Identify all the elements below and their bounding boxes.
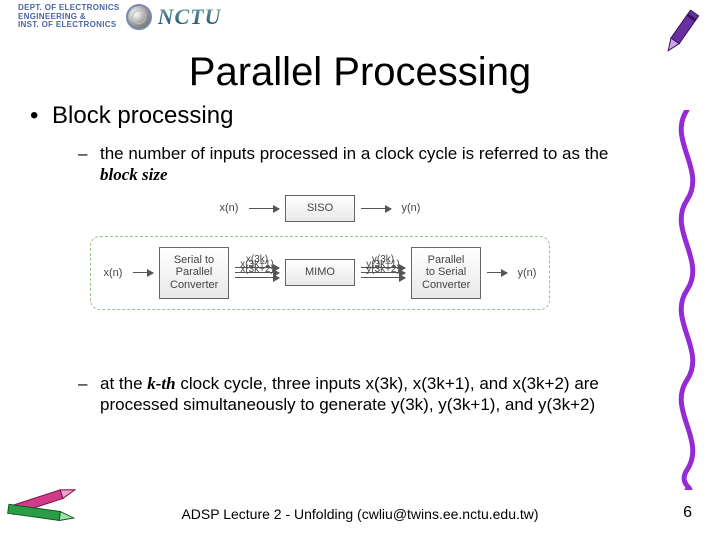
signal-label: x(3k+2) (235, 264, 279, 275)
text: at the (100, 374, 147, 393)
sub-bullet-kth-cycle: at the k-th clock cycle, three inputs x(… (100, 373, 650, 416)
siso-row: x(n) SISO y(n) (90, 195, 550, 222)
siso-input-label: x(n) (215, 202, 243, 214)
serial-to-parallel-box: Serial to Parallel Converter (159, 247, 229, 299)
arrow-icon: x(3k+2) (235, 277, 279, 278)
sub-bullet-block-size: the number of inputs processed in a cloc… (100, 143, 650, 186)
arrow-icon: y(3k+2) (361, 277, 405, 278)
siso-box: SISO (285, 195, 355, 222)
page-number: 6 (683, 504, 692, 522)
block-diagram: x(n) SISO y(n) x(n) Serial to Parallel C… (90, 195, 550, 310)
seal-icon (126, 4, 152, 30)
arrow-icon (487, 272, 507, 273)
text: clock cycle, three inputs x(3k), x(3k+1)… (100, 374, 599, 414)
parallel-to-serial-box: Parallel to Serial Converter (411, 247, 481, 299)
mimo-input-label: x(n) (99, 267, 127, 279)
mimo-box: MIMO (285, 259, 355, 286)
dept-line: Inst. of Electronics (18, 21, 120, 29)
arrow-icon (249, 208, 279, 209)
header-logo: Dept. of Electronics Engineering & Inst.… (18, 4, 221, 30)
arrow-icon (361, 208, 391, 209)
footer-text: ADSP Lecture 2 - Unfolding (cwliu@twins.… (0, 506, 720, 522)
bullet-block-processing: Block processing (52, 102, 233, 130)
slide: Dept. of Electronics Engineering & Inst.… (0, 0, 720, 540)
y-signal-stack: y(3k) y(3k+1) y(3k+2) (361, 267, 405, 278)
term-kth: k-th (147, 374, 175, 393)
university-name: NCTU (158, 4, 222, 30)
crayons-corner-icon (4, 474, 94, 534)
signal-label: y(3k+2) (361, 264, 405, 275)
term-block-size: block size (100, 165, 168, 184)
slide-title: Parallel Processing (0, 50, 720, 95)
text: the number of inputs processed in a cloc… (100, 144, 608, 163)
dept-text: Dept. of Electronics Engineering & Inst.… (18, 4, 120, 29)
mimo-row: x(n) Serial to Parallel Converter x(3k) … (90, 236, 550, 310)
mimo-output-label: y(n) (513, 267, 541, 279)
squiggle-decoration-icon (662, 110, 712, 490)
siso-output-label: y(n) (397, 202, 425, 214)
x-signal-stack: x(3k) x(3k+1) x(3k+2) (235, 267, 279, 278)
arrow-icon (133, 272, 153, 273)
